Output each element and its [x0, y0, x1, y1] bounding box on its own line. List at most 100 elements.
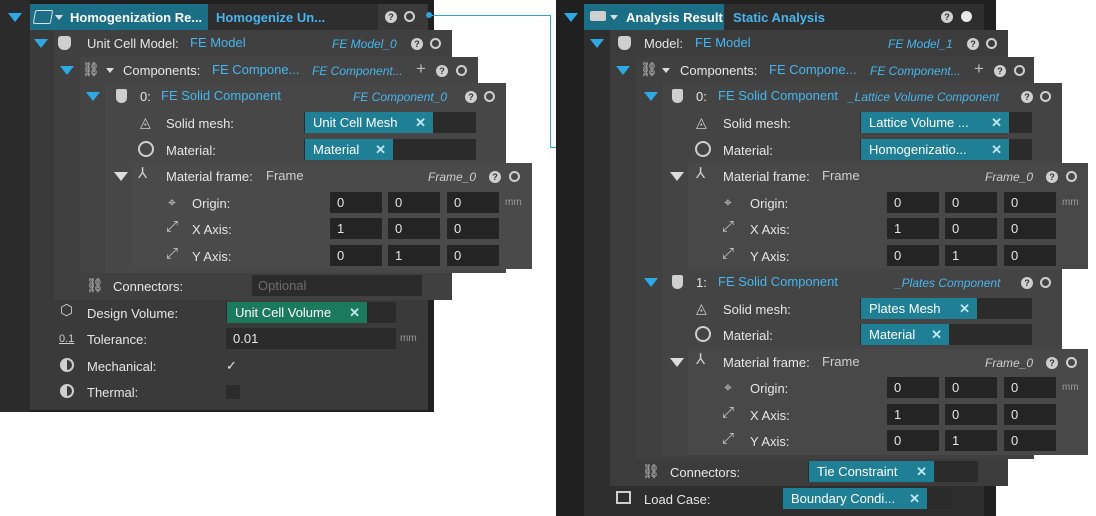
chevron-down-icon[interactable] [55, 15, 63, 20]
close-icon[interactable]: ✕ [349, 302, 360, 323]
help-icon[interactable]: ? [465, 91, 477, 103]
load-case-chip[interactable]: Boundary Condi... ✕ [783, 488, 927, 509]
field-value[interactable]: Frame [822, 168, 860, 183]
help-icon[interactable]: ? [1021, 277, 1033, 289]
help-icon[interactable]: ? [1021, 91, 1033, 103]
tolerance-input[interactable]: 0.01 [226, 328, 396, 349]
status-circle-icon[interactable] [1066, 171, 1077, 182]
origin-y-input[interactable]: 0 [945, 192, 997, 213]
close-icon[interactable]: ✕ [991, 139, 1002, 160]
solid-mesh-chip[interactable]: Plates Mesh ✕ [861, 298, 977, 319]
material-chip[interactable]: Material ✕ [305, 139, 393, 160]
collapse-triangle-icon[interactable] [616, 66, 630, 75]
thermal-checkbox[interactable] [226, 385, 240, 399]
connectors-input[interactable]: Optional [252, 275, 422, 296]
origin-y-input[interactable]: 0 [945, 377, 997, 398]
xaxis-y-input[interactable]: 0 [388, 218, 440, 239]
status-circle-icon[interactable] [484, 91, 495, 102]
left-node-header[interactable]: Homogenization Re... Homogenize Un... ? [0, 4, 428, 30]
help-icon[interactable]: ? [941, 11, 953, 23]
right-node-header[interactable]: Analysis Result Static Analysis ? [556, 4, 986, 30]
help-icon[interactable]: ? [411, 38, 423, 50]
material-frame-row[interactable]: ⅄ Material frame: Frame Frame_0 ? [108, 163, 528, 189]
yaxis-y-input[interactable]: 1 [945, 430, 997, 451]
origin-y-input[interactable]: 0 [388, 192, 440, 213]
collapse-triangle-icon[interactable] [86, 92, 100, 101]
field-value[interactable]: FE Model [695, 35, 751, 50]
component-0-row[interactable]: 0: FE Solid Component _Lattice Volume Co… [638, 83, 1058, 109]
help-icon[interactable]: ? [1046, 171, 1058, 183]
collapse-triangle-icon[interactable] [8, 13, 22, 22]
status-dot-icon[interactable] [961, 11, 972, 22]
close-icon[interactable]: ✕ [909, 488, 920, 509]
field-value[interactable]: FE Solid Component [718, 88, 838, 103]
close-icon[interactable]: ✕ [916, 461, 927, 482]
status-circle-icon[interactable] [509, 171, 520, 182]
field-value[interactable]: FE Compone... [769, 62, 856, 77]
components-row[interactable]: ⛓ Components: FE Compone... FE Component… [612, 57, 1032, 83]
material-frame-row[interactable]: ⅄ Material frame: Frame Frame_0 ? [664, 163, 1084, 189]
field-value[interactable]: FE Solid Component [161, 88, 281, 103]
yaxis-y-input[interactable]: 1 [388, 245, 440, 266]
design-volume-chip[interactable]: Unit Cell Volume ✕ [227, 302, 367, 323]
node-action[interactable]: Static Analysis [733, 10, 825, 25]
collapse-triangle-icon[interactable] [644, 278, 658, 287]
field-value[interactable]: FE Model [190, 35, 246, 50]
yaxis-y-input[interactable]: 1 [945, 245, 997, 266]
help-icon[interactable]: ? [436, 65, 448, 77]
help-icon[interactable]: ? [489, 171, 501, 183]
xaxis-x-input[interactable]: 1 [330, 218, 382, 239]
status-circle-icon[interactable] [456, 65, 467, 76]
collapse-triangle-icon[interactable] [590, 39, 604, 48]
collapse-triangle-icon[interactable] [670, 358, 684, 367]
yaxis-x-input[interactable]: 0 [887, 245, 939, 266]
material-chip[interactable]: Material ✕ [861, 324, 949, 345]
chevron-down-icon[interactable] [610, 15, 618, 20]
yaxis-z-input[interactable]: 0 [1004, 430, 1056, 451]
close-icon[interactable]: ✕ [991, 112, 1002, 133]
chevron-down-icon[interactable] [106, 68, 114, 73]
unit-cell-model-row[interactable]: Unit Cell Model: FE Model FE Model_0 ? [30, 30, 450, 56]
origin-z-input[interactable]: 0 [1004, 192, 1056, 213]
origin-z-input[interactable]: 0 [1004, 377, 1056, 398]
solid-mesh-chip[interactable]: Lattice Volume ... ✕ [861, 112, 1009, 133]
yaxis-x-input[interactable]: 0 [330, 245, 382, 266]
material-frame-row[interactable]: ⅄ Material frame: Frame Frame_0 ? [664, 349, 1084, 375]
status-circle-icon[interactable] [1040, 277, 1051, 288]
material-chip[interactable]: Homogenizatio... ✕ [861, 139, 1009, 160]
collapse-triangle-icon[interactable] [670, 172, 684, 181]
components-row[interactable]: ⛓ Components: FE Compone... FE Component… [56, 57, 476, 83]
status-circle-icon[interactable] [404, 11, 415, 22]
node-action[interactable]: Homogenize Un... [216, 10, 325, 25]
xaxis-y-input[interactable]: 0 [945, 218, 997, 239]
origin-x-input[interactable]: 0 [887, 192, 939, 213]
close-icon[interactable]: ✕ [415, 112, 426, 133]
origin-x-input[interactable]: 0 [887, 377, 939, 398]
xaxis-x-input[interactable]: 1 [887, 218, 939, 239]
status-circle-icon[interactable] [430, 38, 441, 49]
status-circle-icon[interactable] [1014, 65, 1025, 76]
close-icon[interactable]: ✕ [931, 324, 942, 345]
status-circle-icon[interactable] [986, 38, 997, 49]
help-icon[interactable]: ? [994, 65, 1006, 77]
field-value[interactable]: FE Solid Component [718, 274, 838, 289]
collapse-triangle-icon[interactable] [60, 66, 74, 75]
yaxis-x-input[interactable]: 0 [887, 430, 939, 451]
connectors-chip[interactable]: Tie Constraint ✕ [809, 461, 934, 482]
origin-x-input[interactable]: 0 [330, 192, 382, 213]
field-value[interactable]: FE Compone... [212, 62, 299, 77]
xaxis-y-input[interactable]: 0 [945, 404, 997, 425]
plus-icon[interactable]: + [416, 60, 426, 77]
solid-mesh-chip[interactable]: Unit Cell Mesh ✕ [305, 112, 433, 133]
yaxis-z-input[interactable]: 0 [447, 245, 499, 266]
component-1-row[interactable]: 1: FE Solid Component _Plates Component … [638, 269, 1058, 295]
component-0-row[interactable]: 0: FE Solid Component FE Component_0 ? [82, 83, 502, 109]
plus-icon[interactable]: + [974, 60, 984, 77]
chevron-down-icon[interactable] [662, 68, 670, 73]
xaxis-x-input[interactable]: 1 [887, 404, 939, 425]
status-circle-icon[interactable] [1066, 357, 1077, 368]
model-row[interactable]: Model: FE Model FE Model_1 ? [586, 30, 1006, 56]
xaxis-z-input[interactable]: 0 [447, 218, 499, 239]
collapse-triangle-icon[interactable] [34, 39, 48, 48]
help-icon[interactable]: ? [1046, 357, 1058, 369]
